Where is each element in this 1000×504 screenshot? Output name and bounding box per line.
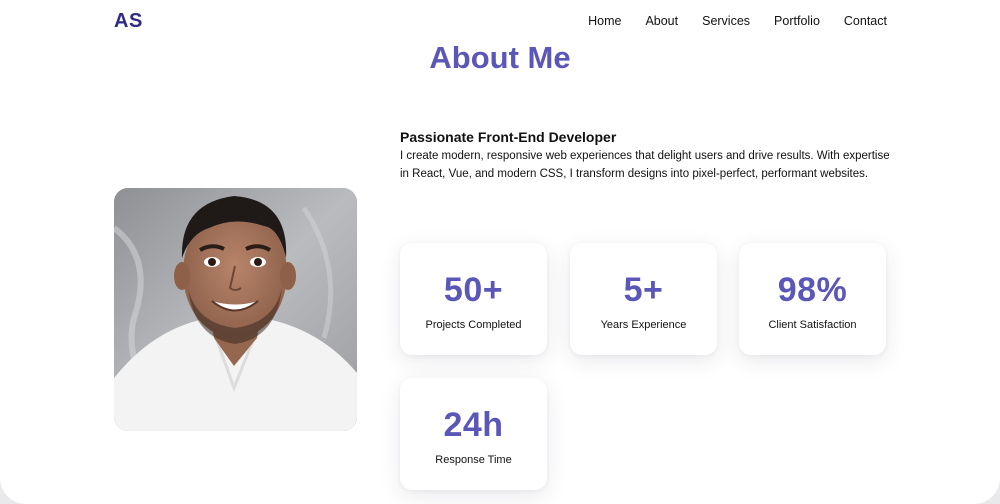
page: AS Home About Services Portfolio Contact… [0,0,1000,504]
intro-heading: Passionate Front-End Developer [400,129,617,145]
stat-card-experience: 5+ Years Experience [570,243,717,355]
stat-card-projects: 50+ Projects Completed [400,243,547,355]
nav-home-link[interactable]: Home [588,14,621,28]
stat-label: Projects Completed [425,319,522,331]
intro-description: I create modern, responsive web experien… [400,150,890,180]
site-logo[interactable]: AS [114,10,143,33]
stat-label: Response Time [435,454,512,466]
intro-section: Passionate Front-End Developer I create … [400,129,890,183]
nav-portfolio-link[interactable]: Portfolio [774,14,820,28]
stat-card-response: 24h Response Time [400,378,547,490]
stat-card-satisfaction: 98% Client Satisfaction [739,243,886,355]
stat-value: 50+ [443,271,504,309]
nav-contact-link[interactable]: Contact [844,14,887,28]
profile-photo [114,188,357,431]
stat-label: Years Experience [600,319,687,331]
page-title: About Me [429,40,571,75]
stat-value: 5+ [623,271,664,309]
nav-services-link[interactable]: Services [702,14,750,28]
nav-about-link[interactable]: About [645,14,678,28]
stat-label: Client Satisfaction [768,319,857,331]
stat-value: 98% [777,271,848,309]
stat-value: 24h [443,406,504,444]
main-nav: Home About Services Portfolio Contact [588,14,887,28]
